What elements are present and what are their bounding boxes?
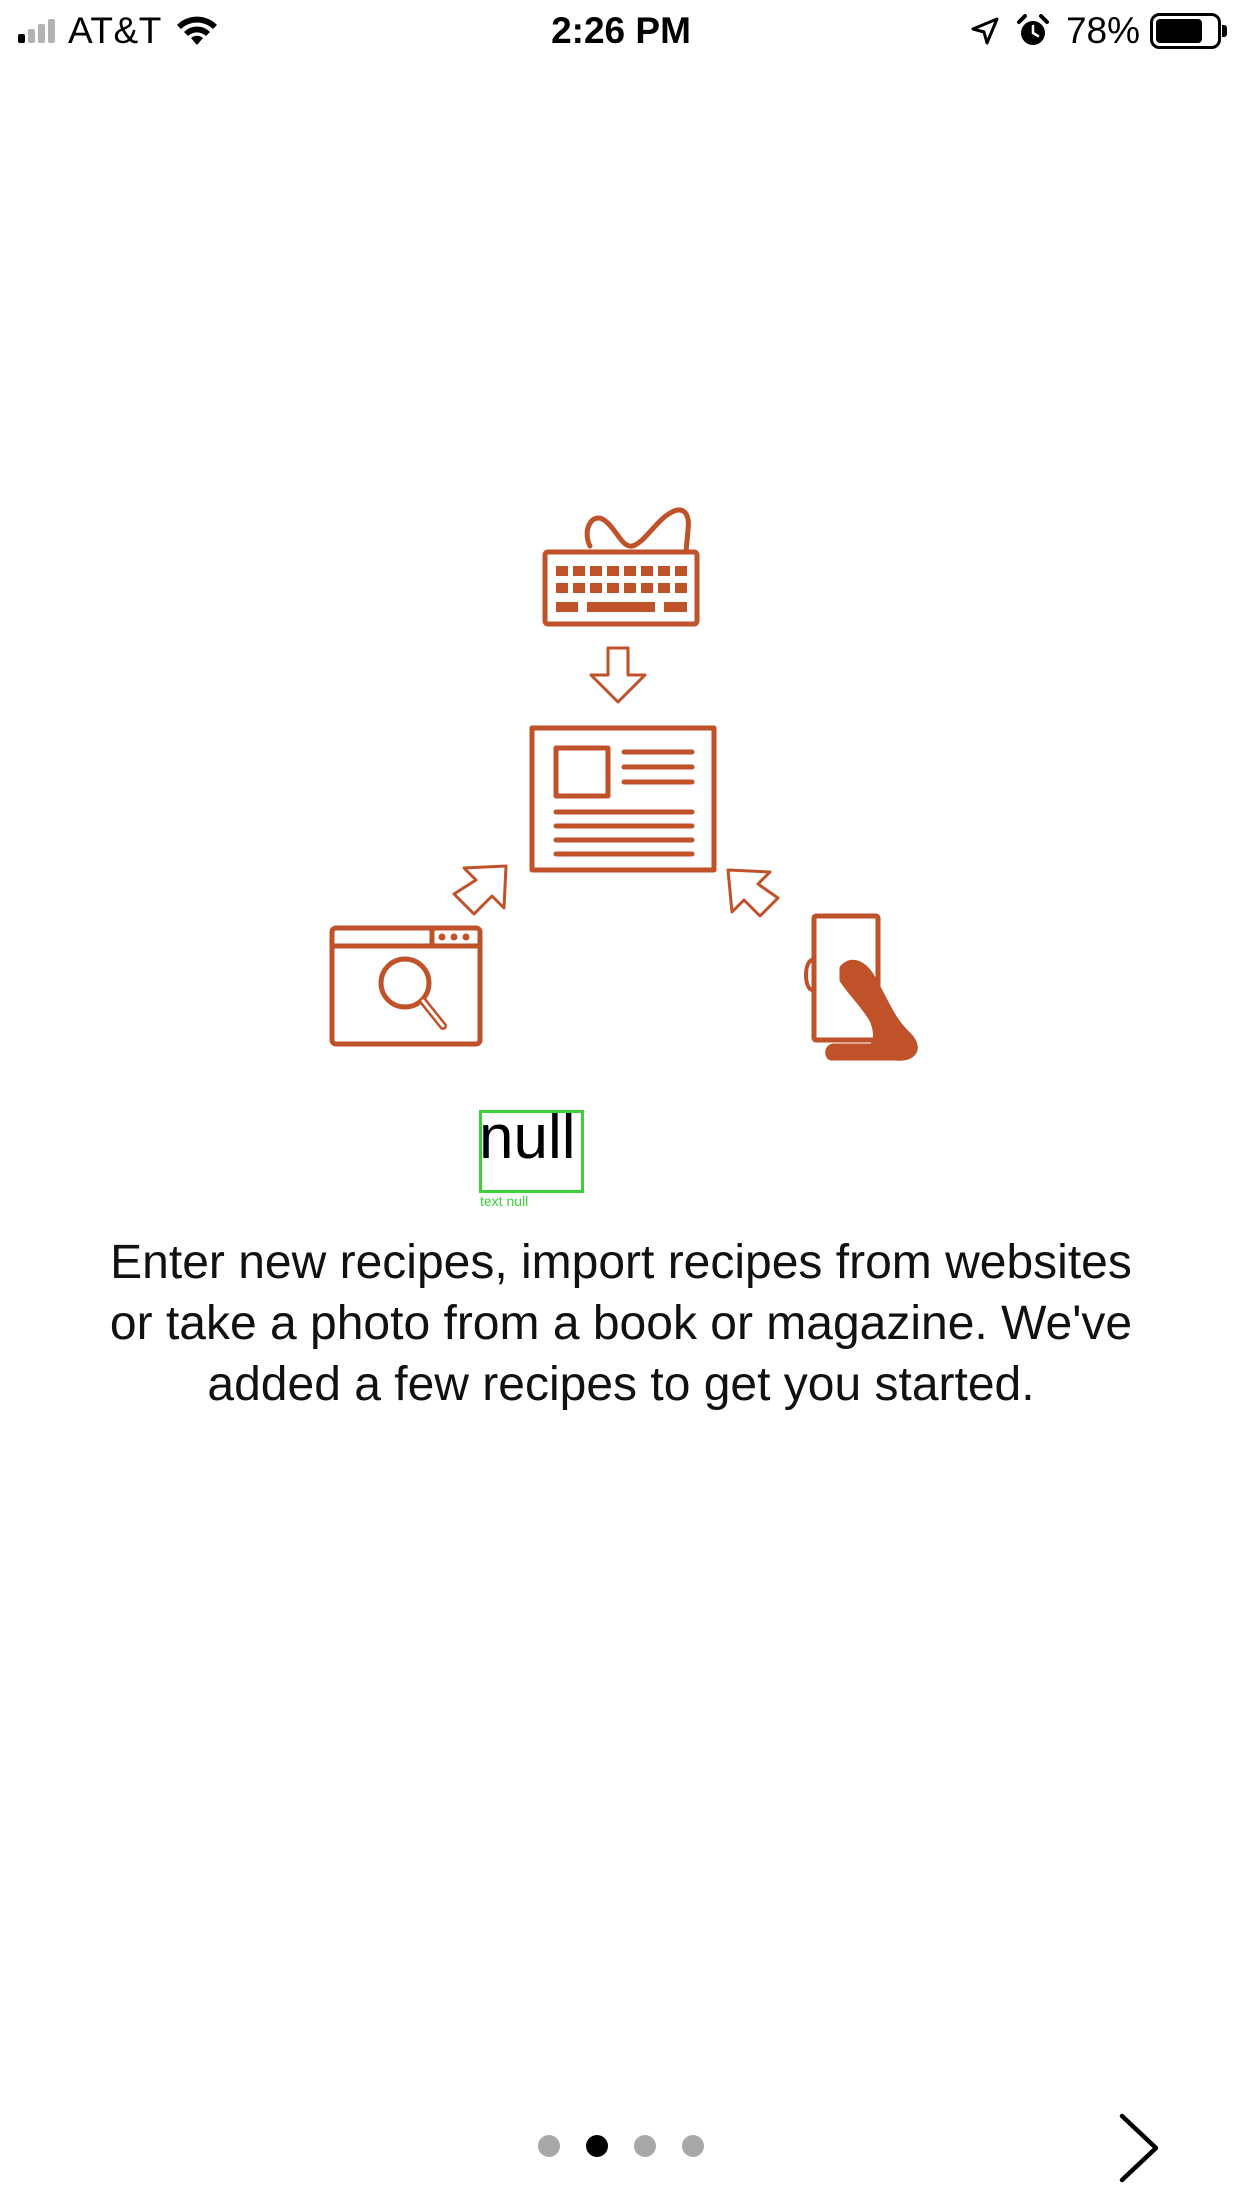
down-arrow-icon bbox=[589, 646, 647, 704]
keyboard-icon bbox=[542, 507, 700, 627]
chevron-right-icon bbox=[1119, 2113, 1159, 2183]
onboarding-description: Enter new recipes, import recipes from w… bbox=[109, 1236, 1133, 1411]
up-left-arrow-icon bbox=[726, 868, 780, 918]
next-button[interactable] bbox=[1100, 2108, 1180, 2188]
up-right-arrow-icon bbox=[452, 864, 508, 916]
recipe-card-icon bbox=[529, 725, 717, 873]
page-dot[interactable] bbox=[634, 2135, 656, 2157]
page-control[interactable] bbox=[538, 2134, 730, 2158]
page-dot[interactable] bbox=[538, 2135, 560, 2157]
debug-label: text null bbox=[480, 1193, 529, 1209]
page-dot[interactable] bbox=[682, 2135, 704, 2157]
debug-bounding-box bbox=[479, 1110, 584, 1193]
onboarding-illustration bbox=[0, 0, 1242, 1100]
page-dot[interactable] bbox=[586, 2135, 608, 2157]
browser-search-icon bbox=[329, 925, 483, 1047]
hand-phone-icon bbox=[804, 913, 918, 1061]
